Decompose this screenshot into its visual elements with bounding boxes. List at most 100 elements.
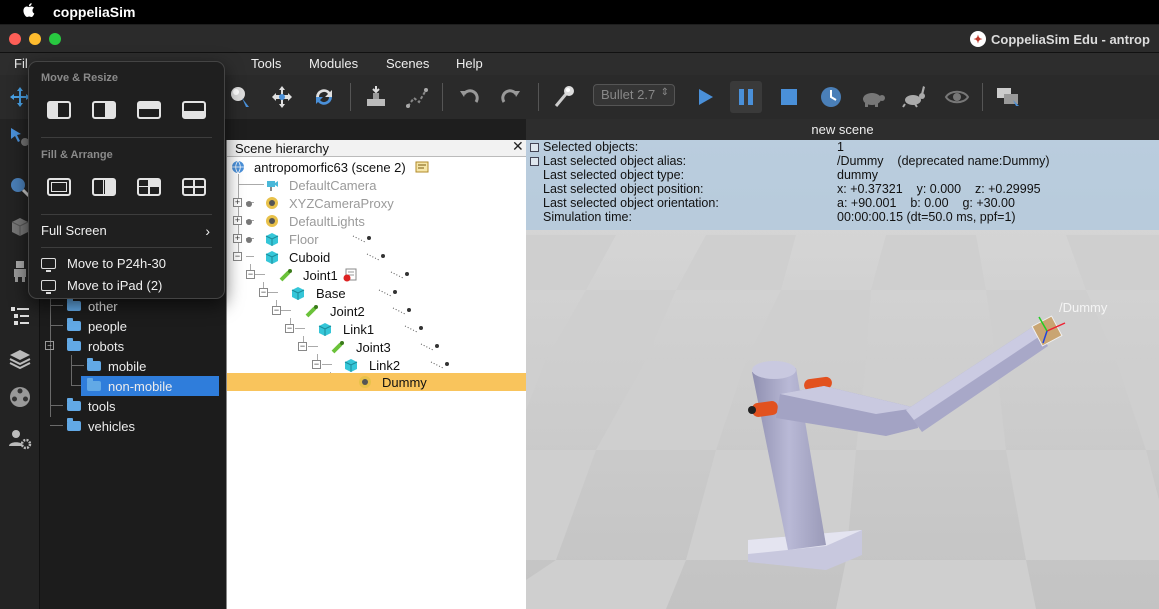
hierarchy-row-link1[interactable]: − Link1 — [227, 320, 527, 338]
menu-file[interactable]: Fil — [14, 56, 28, 71]
close-icon[interactable]: ✕ — [512, 139, 524, 153]
joint-icon — [279, 269, 292, 282]
info-toggle-1[interactable] — [530, 143, 539, 152]
script-error-icon[interactable] — [343, 268, 357, 282]
coppeliasim-logo-icon: ✦ — [970, 31, 986, 47]
tile-top-half-button[interactable] — [137, 101, 161, 119]
folder-icon — [87, 358, 101, 371]
browser-item-mobile[interactable]: mobile — [87, 356, 146, 376]
full-screen-item[interactable]: Full Screen › — [41, 222, 212, 239]
move-to-display-item[interactable]: Move to P24h-30 — [41, 256, 166, 272]
browser-item-other[interactable]: other — [67, 296, 118, 316]
user-settings-icon[interactable] — [4, 423, 36, 455]
folder-icon — [67, 418, 81, 431]
hierarchy-row-floor[interactable]: + Floor — [227, 230, 527, 248]
page-selector-icon[interactable] — [992, 81, 1024, 113]
menu-modules[interactable]: Modules — [309, 56, 358, 71]
expand-toggle[interactable]: + — [233, 198, 242, 207]
zoom-window-button[interactable] — [49, 33, 61, 45]
hierarchy-row-scene[interactable]: antropomorfic63 (scene 2) — [227, 158, 527, 176]
collapse-toggle[interactable]: − — [312, 360, 321, 369]
hierarchy-row-cuboid[interactable]: − Cuboid — [227, 248, 527, 266]
tile-bottom-half-button[interactable] — [182, 101, 206, 119]
pause-simulation-icon[interactable] — [730, 81, 762, 113]
visualization-eye-icon[interactable] — [941, 81, 973, 113]
collapse-toggle[interactable]: − — [233, 252, 242, 261]
hierarchy-row-defaultlights[interactable]: + DefaultLights — [227, 212, 527, 230]
collapse-toggle[interactable]: − — [272, 306, 281, 315]
shape-icon — [265, 251, 279, 264]
folder-icon — [67, 318, 81, 331]
scene-tab[interactable]: new scene — [526, 119, 1159, 140]
arrange-left-right-button[interactable] — [92, 178, 116, 196]
fill-screen-button[interactable] — [47, 178, 71, 196]
stop-simulation-icon[interactable] — [773, 81, 805, 113]
minimize-window-button[interactable] — [29, 33, 41, 45]
dotted-link-icon — [390, 271, 409, 279]
shape-icon — [291, 287, 305, 300]
dummy-icon — [266, 215, 278, 227]
menu-scenes[interactable]: Scenes — [386, 56, 429, 71]
dotted-link-icon — [392, 307, 411, 315]
object-select-icon[interactable] — [225, 81, 257, 113]
undo-icon[interactable] — [453, 81, 485, 113]
dotted-link-icon — [404, 325, 423, 333]
hierarchy-row-joint2[interactable]: − Joint2 — [227, 302, 527, 320]
collapse-toggle[interactable]: − — [259, 288, 268, 297]
collapse-toggle[interactable]: − — [246, 270, 255, 279]
scene-viewport[interactable]: Selected objects: Last selected object a… — [526, 140, 1159, 609]
hierarchy-row-base[interactable]: − Base — [227, 284, 527, 302]
browser-item-vehicles[interactable]: vehicles — [67, 416, 135, 436]
object-rotate-icon[interactable] — [308, 81, 340, 113]
lock-dot-icon — [246, 201, 252, 207]
expand-toggle[interactable]: + — [233, 216, 242, 225]
folder-icon — [67, 398, 81, 411]
physics-engine-select[interactable]: Bullet 2.7 ⇕ — [593, 84, 675, 106]
joint-icon — [305, 305, 318, 318]
robots-collapse-toggle[interactable]: − — [45, 341, 54, 350]
menu-tools[interactable]: Tools — [251, 56, 281, 71]
assemble-icon[interactable] — [360, 81, 392, 113]
hierarchy-row-joint3[interactable]: − Joint3 — [227, 338, 527, 356]
folder-icon — [67, 338, 81, 351]
realtime-clock-icon[interactable] — [815, 81, 847, 113]
globe-icon — [232, 160, 244, 174]
arrange-quarters-button[interactable] — [137, 178, 161, 196]
hierarchy-row-link2[interactable]: − Link2 — [227, 356, 527, 374]
hierarchy-row-defaultcamera[interactable]: DefaultCamera — [227, 176, 527, 194]
browser-item-tools[interactable]: tools — [67, 396, 115, 416]
tile-left-half-button[interactable] — [47, 101, 71, 119]
collapse-toggle[interactable]: − — [285, 324, 294, 333]
close-window-button[interactable] — [9, 33, 21, 45]
info-toggle-2[interactable] — [530, 157, 539, 166]
browser-item-people[interactable]: people — [67, 316, 127, 336]
move-to-ipad-item[interactable]: Move to iPad (2) — [41, 278, 162, 294]
menu-help[interactable]: Help — [456, 56, 483, 71]
hierarchy-row-dummy[interactable]: Dummy — [227, 373, 527, 391]
tablet-icon — [41, 280, 56, 294]
video-recorder-icon[interactable] — [4, 381, 36, 413]
slow-down-turtle-icon[interactable] — [857, 81, 889, 113]
simulation-settings-icon[interactable] — [548, 81, 580, 113]
apple-logo-icon[interactable] — [22, 2, 38, 22]
arrange-grid-button[interactable] — [182, 178, 206, 196]
tile-right-half-button[interactable] — [92, 101, 116, 119]
expand-toggle[interactable]: + — [233, 234, 242, 243]
dummy-icon — [266, 197, 278, 209]
browser-item-non-mobile[interactable]: non-mobile — [81, 376, 219, 396]
layers-icon[interactable] — [4, 343, 36, 375]
hierarchy-row-joint1[interactable]: − Joint1 — [227, 266, 527, 284]
start-simulation-icon[interactable] — [689, 81, 721, 113]
speed-up-rabbit-icon[interactable] — [899, 81, 931, 113]
object-shift-icon[interactable] — [266, 81, 298, 113]
move-resize-heading: Move & Resize — [41, 72, 119, 84]
scene-hierarchy-toggle-icon[interactable] — [4, 300, 36, 332]
transfer-dna-icon[interactable] — [401, 81, 433, 113]
chevron-right-icon: › — [205, 222, 210, 239]
browser-item-robots[interactable]: robots — [67, 336, 124, 356]
hierarchy-row-xyzcameraproxy[interactable]: + XYZCameraProxy — [227, 194, 527, 212]
script-icon[interactable] — [415, 160, 429, 174]
redo-icon[interactable] — [495, 81, 527, 113]
collapse-toggle[interactable]: − — [298, 342, 307, 351]
app-name[interactable]: coppeliaSim — [53, 4, 135, 20]
